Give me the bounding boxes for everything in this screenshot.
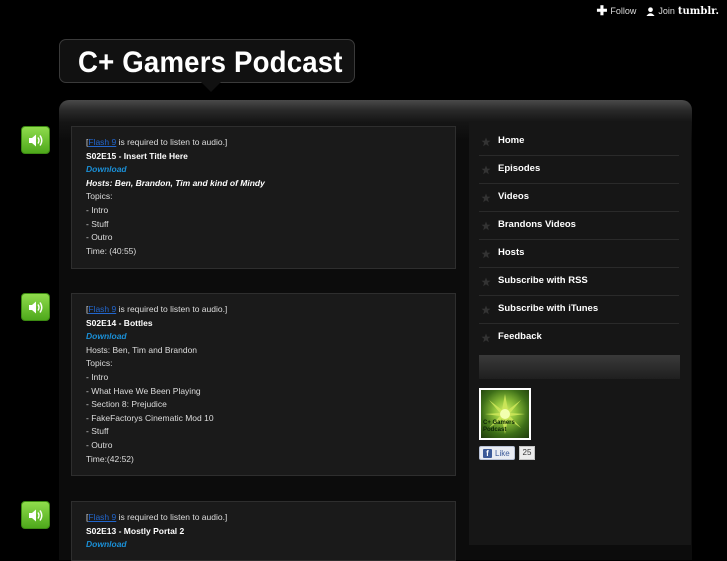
audio-post: [Flash 9 is required to listen to audio.… (71, 126, 456, 269)
join-tumblr-button[interactable]: Join tumblr. (646, 6, 719, 17)
episode-title: S02E13 - Mostly Portal 2 (86, 525, 185, 536)
speaker-icon (29, 134, 43, 147)
nav-label: Subscribe with RSS (498, 275, 588, 286)
audio-requirement: [Flash 9 is required to listen to audio.… (86, 137, 228, 147)
audio-play-button[interactable] (21, 126, 50, 154)
like-count: 25 (519, 446, 535, 460)
star-icon (481, 165, 491, 175)
star-icon (481, 277, 491, 287)
topic-item: - Intro (86, 204, 109, 215)
nav-item-brandons-videos[interactable]: Brandons Videos (479, 212, 679, 240)
topic-item: - FakeFactorys Cinematic Mod 10 (86, 412, 214, 423)
download-link[interactable]: Download (86, 163, 441, 177)
requirement-text: is required to listen to audio.] (118, 512, 228, 522)
episode-hosts: Hosts: Ben, Brandon, Tim and kind of Min… (86, 177, 265, 188)
plus-icon: ✚ (596, 3, 608, 18)
sidebar: Home Episodes Videos Brandons Videos Hos… (469, 121, 691, 545)
star-icon (481, 193, 491, 203)
speaker-icon (29, 301, 43, 314)
nav-item-videos[interactable]: Videos (479, 184, 679, 212)
nav-label: Home (498, 135, 525, 146)
audio-requirement: [Flash 9 is required to listen to audio.… (86, 512, 228, 522)
star-icon (481, 249, 491, 259)
avatar-text: C+ Gamers Podcast (483, 420, 515, 433)
topics-label: Topics: (86, 191, 113, 202)
user-icon (646, 6, 655, 16)
facebook-like-button[interactable]: f Like (479, 446, 515, 460)
topic-item: - Section 8: Prejudice (86, 399, 167, 410)
nav-label: Episodes (498, 163, 541, 174)
download-link[interactable]: Download (86, 330, 441, 344)
nav-item-episodes[interactable]: Episodes (479, 156, 679, 184)
join-label: Join (658, 6, 675, 16)
topic-item: - What Have We Been Playing (86, 385, 201, 396)
tumblr-logo: tumblr. (677, 5, 719, 17)
flash-link[interactable]: Flash 9 (88, 304, 116, 314)
requirement-text: is required to listen to audio.] (118, 304, 228, 314)
tumblr-controls: ✚ Follow Join tumblr. (596, 4, 719, 18)
nav-label: Feedback (498, 331, 542, 342)
requirement-text: is required to listen to audio.] (118, 137, 228, 147)
blog-avatar[interactable]: C+ Gamers Podcast (479, 388, 531, 440)
audio-play-button[interactable] (21, 501, 50, 529)
topic-item: - Intro (86, 371, 109, 382)
topic-item: - Stuff (86, 218, 109, 229)
nav-label: Subscribe with iTunes (498, 303, 599, 314)
facebook-icon: f (483, 448, 492, 458)
flash-link[interactable]: Flash 9 (88, 137, 116, 147)
audio-requirement: [Flash 9 is required to listen to audio.… (86, 304, 228, 314)
nav-label: Brandons Videos (498, 219, 576, 230)
blog-title[interactable]: C+ Gamers Podcast (78, 46, 343, 80)
nav-item-subscribe-itunes[interactable]: Subscribe with iTunes (479, 296, 679, 324)
star-icon (481, 221, 491, 231)
episode-hosts: Hosts: Ben, Tim and Brandon (86, 344, 198, 355)
follow-label: Follow (610, 6, 637, 16)
audio-post: [Flash 9 is required to listen to audio.… (71, 501, 456, 561)
nav-label: Videos (498, 191, 529, 202)
nav-item-hosts[interactable]: Hosts (479, 240, 679, 268)
episode-title: S02E15 - Insert Title Here (86, 150, 188, 161)
speaker-icon (29, 509, 43, 522)
like-label: Like (495, 448, 510, 458)
star-icon (481, 333, 491, 343)
audio-post: [Flash 9 is required to listen to audio.… (71, 293, 456, 476)
audio-play-button[interactable] (21, 293, 50, 321)
topic-item: - Stuff (86, 426, 109, 437)
nav-item-home[interactable]: Home (479, 128, 679, 156)
topics-label: Topics: (86, 358, 113, 369)
title-pointer (201, 82, 221, 92)
topic-item: - Outro (86, 439, 113, 450)
star-icon (481, 137, 491, 147)
star-icon (481, 305, 491, 315)
nav-label: Hosts (498, 247, 525, 258)
blog-title-box: C+ Gamers Podcast (59, 39, 355, 92)
topic-item: - Outro (86, 232, 113, 243)
nav-item-feedback[interactable]: Feedback (479, 324, 679, 352)
episode-time: Time: (40:55) (86, 245, 137, 256)
flash-link[interactable]: Flash 9 (88, 512, 116, 522)
sidebar-divider-bar (479, 355, 680, 379)
episode-title: S02E14 - Bottles (86, 317, 153, 328)
episode-time: Time:(42:52) (86, 453, 134, 464)
nav-item-subscribe-rss[interactable]: Subscribe with RSS (479, 268, 679, 296)
follow-button[interactable]: ✚ Follow (596, 3, 637, 18)
